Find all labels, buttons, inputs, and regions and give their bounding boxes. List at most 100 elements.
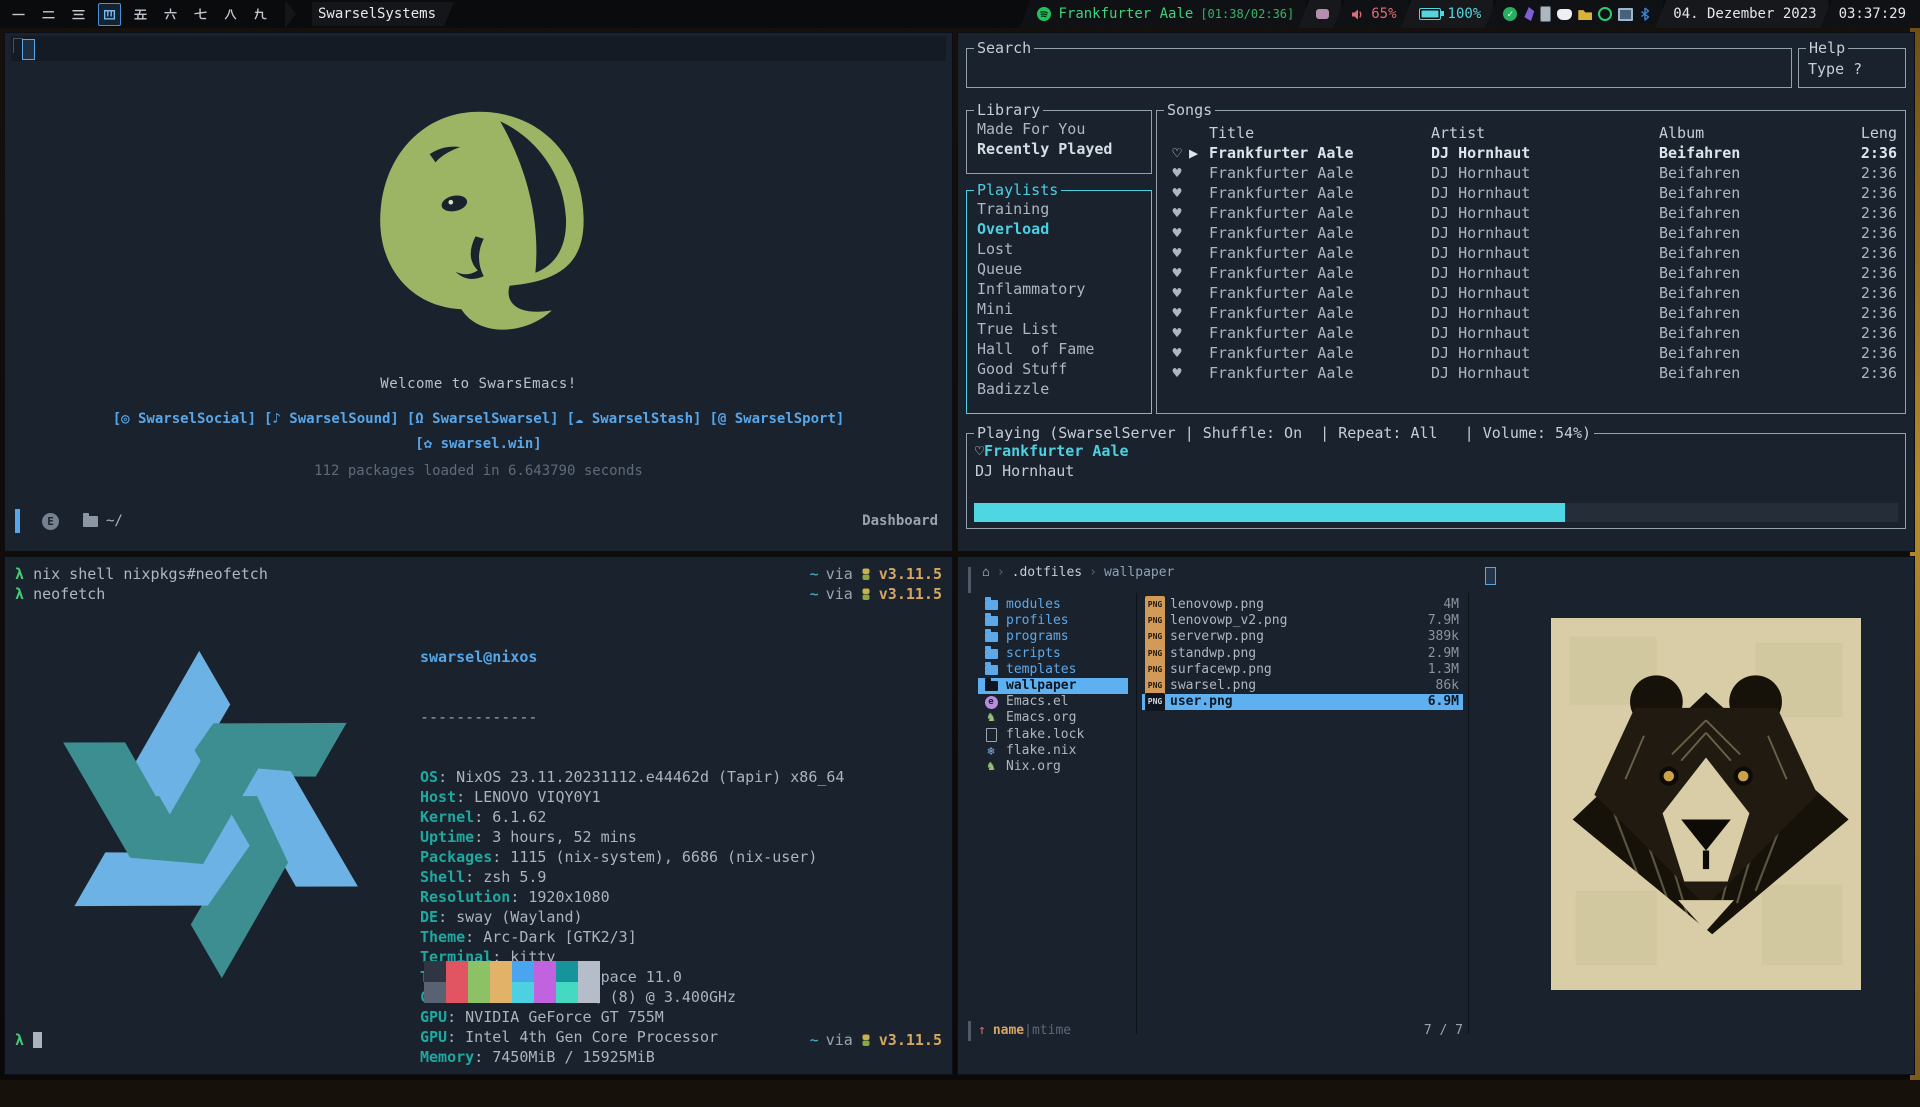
spotify-widget[interactable]: Frankfurter Aale [01:38/02:36]: [1019, 0, 1306, 28]
file-entry-templates[interactable]: templates: [978, 662, 1128, 678]
file-entry-emacs.org[interactable]: ♞Emacs.org: [978, 710, 1128, 726]
file-entry-programs[interactable]: programs: [978, 629, 1128, 645]
volume-widget[interactable]: 65%: [1333, 0, 1408, 28]
playlist-item-lost[interactable]: Lost: [967, 239, 1151, 259]
sort-direction-icon[interactable]: ↑: [978, 1023, 986, 1038]
breadcrumb[interactable]: ⌂›.dotfiles›wallpaper: [982, 565, 1174, 580]
file-entry-surfacewp.png[interactable]: PNGsurfacewp.png1.3M: [1142, 662, 1463, 678]
song-row[interactable]: ♥Frankfurter AaleDJ HornhautBeifahren2:3…: [1157, 163, 1905, 183]
playlist-item-true-list[interactable]: True List: [967, 319, 1151, 339]
playlist-item-queue[interactable]: Queue: [967, 259, 1151, 279]
workspace-一[interactable]: [8, 4, 29, 25]
color-swatch: [446, 961, 468, 982]
library-label: Library: [974, 101, 1043, 119]
dashboard-link-swarselsocial[interactable]: [◎ SwarselSocial]: [113, 411, 256, 427]
favorite-heart-icon[interactable]: ♡: [975, 442, 984, 460]
playlist-item-overload[interactable]: Overload: [967, 219, 1151, 239]
dashboard-site-link: [✿ swarsel.win]: [5, 436, 952, 452]
workspace-五[interactable]: [130, 4, 151, 25]
song-row[interactable]: ♡▶Frankfurter AaleDJ HornhautBeifahren2:…: [1157, 143, 1905, 163]
song-row[interactable]: ♥Frankfurter AaleDJ HornhautBeifahren2:3…: [1157, 243, 1905, 263]
home-icon[interactable]: ⌂: [982, 565, 990, 580]
playlist-item-hall-of-fame[interactable]: Hall of Fame: [967, 339, 1151, 359]
file-entry-modules[interactable]: modules: [978, 597, 1128, 613]
heart-icon: ♥: [1165, 203, 1189, 223]
playlist-item-inflammatory[interactable]: Inflammatory: [967, 279, 1151, 299]
seek-bar[interactable]: [974, 503, 1898, 522]
workspace-四[interactable]: [98, 3, 121, 26]
song-title: Frankfurter Aale: [1209, 203, 1431, 223]
song-row[interactable]: ♥Frankfurter AaleDJ HornhautBeifahren2:3…: [1157, 283, 1905, 303]
workspace-六[interactable]: [160, 4, 181, 25]
song-length: 2:36: [1831, 163, 1897, 183]
playlist-item-good-stuff[interactable]: Good Stuff: [967, 359, 1151, 379]
library-item-made-for-you[interactable]: Made For You: [967, 119, 1151, 139]
topbar-left: SwarselSystems: [0, 0, 454, 28]
workspace-二[interactable]: [38, 4, 59, 25]
file-entry-serverwp.png[interactable]: PNGserverwp.png389k: [1142, 629, 1463, 645]
file-entry-wallpaper[interactable]: wallpaper: [978, 678, 1128, 694]
checkmark-icon[interactable]: ✓: [1503, 7, 1517, 21]
song-album: Beifahren: [1659, 283, 1831, 303]
file-entry-lenovowp.png[interactable]: PNGlenovowp.png4M: [1142, 597, 1463, 613]
song-row[interactable]: ♥Frankfurter AaleDJ HornhautBeifahren2:3…: [1157, 343, 1905, 363]
file-entry-flake.nix[interactable]: ❄flake.nix: [978, 743, 1128, 759]
sort-alt-field[interactable]: mtime: [1032, 1023, 1071, 1038]
workspace-七[interactable]: [190, 4, 211, 25]
song-row[interactable]: ♥Frankfurter AaleDJ HornhautBeifahren2:3…: [1157, 203, 1905, 223]
dashboard-link-swarselsport[interactable]: [@ SwarselSport]: [709, 411, 844, 427]
file-entry-flake.lock[interactable]: flake.lock: [978, 727, 1128, 743]
breadcrumb-segment[interactable]: .dotfiles: [1012, 565, 1082, 580]
terminal-prompt-line[interactable]: λ ~viav3.11.5: [15, 1031, 942, 1049]
breadcrumb-segment[interactable]: wallpaper: [1104, 565, 1174, 580]
globe-icon[interactable]: [1598, 7, 1612, 21]
song-row[interactable]: ♥Frankfurter AaleDJ HornhautBeifahren2:3…: [1157, 363, 1905, 383]
battery-widget[interactable]: 100%: [1401, 0, 1494, 28]
folder-icon[interactable]: [1578, 8, 1592, 20]
song-row[interactable]: ♥Frankfurter AaleDJ HornhautBeifahren2:3…: [1157, 263, 1905, 283]
dashboard-buffer: Welcome to SwarsEmacs! [◎ SwarselSocial]…: [5, 33, 952, 551]
terminal-window[interactable]: λ nix shell nixpkgs#neofetch ~viav3.11.5…: [5, 557, 952, 1074]
system-tray: ✓: [1485, 0, 1663, 28]
info-line-uptime: Uptime: 3 hours, 52 mins: [420, 827, 844, 847]
column-length: Leng: [1831, 123, 1897, 143]
file-manager-window: ⌂›.dotfiles›wallpaper modulesprofilespro…: [958, 557, 1914, 1074]
phone-icon[interactable]: [1540, 6, 1551, 22]
workspace-三[interactable]: [68, 4, 89, 25]
file-entry-lenovowp_v2.png[interactable]: PNGlenovowp_v2.png7.9M: [1142, 613, 1463, 629]
color-swatch: [468, 961, 490, 982]
library-item-recently-played[interactable]: Recently Played: [967, 139, 1151, 159]
file-entry-user.png[interactable]: PNGuser.png6.9M: [1142, 694, 1463, 710]
playlist-item-training[interactable]: Training: [967, 199, 1151, 219]
song-row[interactable]: ♥Frankfurter AaleDJ HornhautBeifahren2:3…: [1157, 223, 1905, 243]
dashboard-link-swarsel-win[interactable]: [✿ swarsel.win]: [415, 436, 541, 452]
heart-icon: ♡: [1165, 143, 1189, 163]
song-row[interactable]: ♥Frankfurter AaleDJ HornhautBeifahren2:3…: [1157, 303, 1905, 323]
file-entry-emacs.el[interactable]: eEmacs.el: [978, 694, 1128, 710]
bluetooth-icon[interactable]: [1639, 7, 1651, 21]
emacs-modeline: E ~/ Dashboard: [11, 507, 946, 535]
workspace-九[interactable]: [250, 4, 271, 25]
display-icon[interactable]: [1618, 8, 1633, 21]
song-artist: DJ Hornhaut: [1431, 203, 1659, 223]
swarsemacs-logo: [361, 104, 596, 364]
song-length: 2:36: [1831, 243, 1897, 263]
file-entry-scripts[interactable]: scripts: [978, 646, 1128, 662]
shard-icon[interactable]: [1523, 7, 1534, 21]
workspace-八[interactable]: [220, 4, 241, 25]
song-row[interactable]: ♥Frankfurter AaleDJ HornhautBeifahren2:3…: [1157, 323, 1905, 343]
dashboard-link-swarselswarsel[interactable]: [Ω SwarselSwarsel]: [407, 411, 559, 427]
file-entry-nix.org[interactable]: ♞Nix.org: [978, 759, 1128, 775]
discord-icon[interactable]: [1557, 9, 1572, 20]
playlist-item-badizzle[interactable]: Badizzle: [967, 379, 1151, 399]
file-entry-standwp.png[interactable]: PNGstandwp.png2.9M: [1142, 646, 1463, 662]
file-entry-profiles[interactable]: profiles: [978, 613, 1128, 629]
file-entry-swarsel.png[interactable]: PNGswarsel.png86k: [1142, 678, 1463, 694]
dashboard-link-swarselsound[interactable]: [♪ SwarselSound]: [264, 411, 399, 427]
sort-field[interactable]: name: [993, 1023, 1024, 1038]
dashboard-link-swarselstash[interactable]: [☁ SwarselStash]: [567, 411, 702, 427]
playlist-item-mini[interactable]: Mini: [967, 299, 1151, 319]
heart-icon: ♥: [1165, 223, 1189, 243]
song-row[interactable]: ♥Frankfurter AaleDJ HornhautBeifahren2:3…: [1157, 183, 1905, 203]
search-box[interactable]: Search: [966, 48, 1792, 88]
